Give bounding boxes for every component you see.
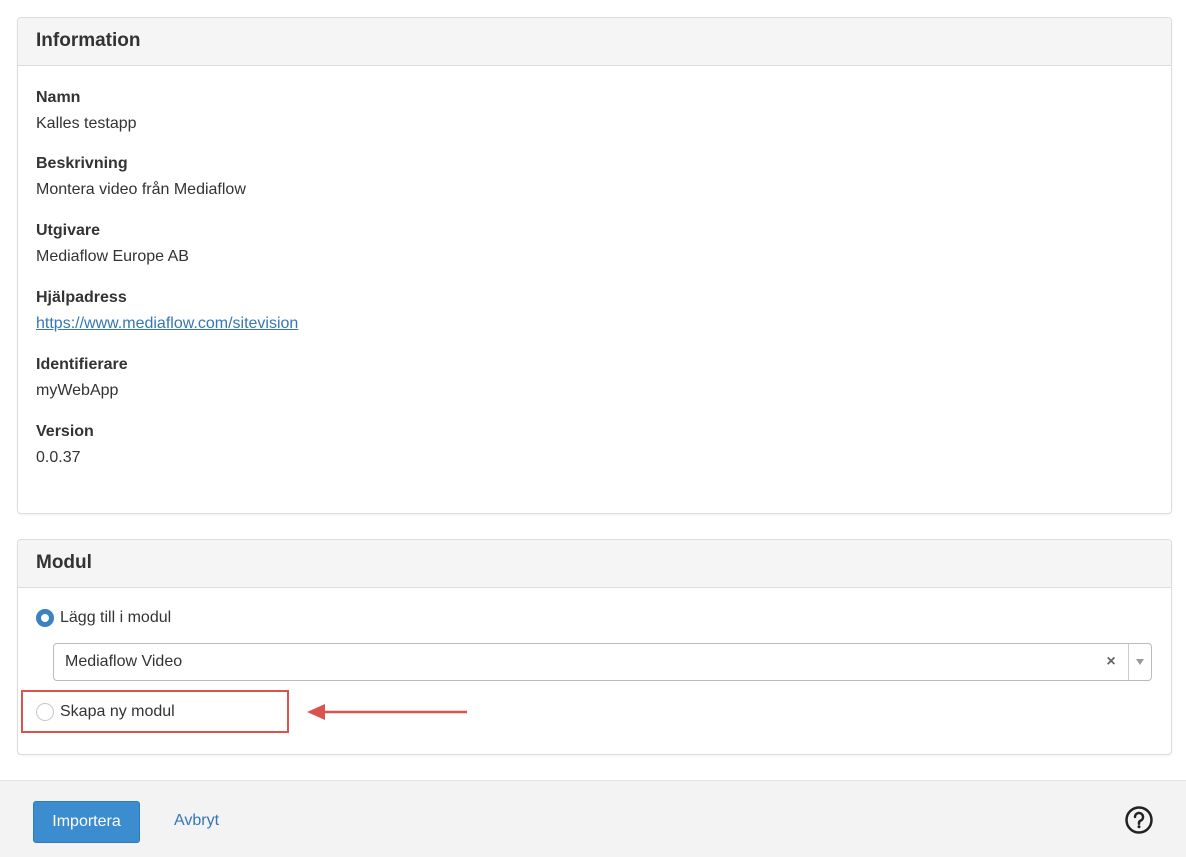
module-select[interactable]: Mediaflow Video × (53, 643, 1152, 681)
module-select-value: Mediaflow Video (65, 653, 183, 670)
field-label: Utgivare (36, 222, 101, 239)
question-circle-icon[interactable] (1124, 805, 1154, 835)
clear-icon[interactable]: × (1100, 653, 1122, 671)
field-value-wrapper: https://www.mediaflow.com/sitevision (36, 314, 298, 334)
field-identifierare: Identifierare myWebApp (36, 355, 128, 401)
field-label: Beskrivning (36, 155, 128, 172)
annotation-arrow-icon (307, 704, 467, 720)
help-address-link[interactable]: https://www.mediaflow.com/sitevision (36, 315, 298, 332)
field-hjalpadress: Hjälpadress https://www.mediaflow.com/si… (36, 288, 298, 334)
field-beskrivning: Beskrivning Montera video från Mediaflow (36, 154, 246, 200)
radio-add-label: Lägg till i modul (60, 609, 172, 626)
radio-checked-icon[interactable] (36, 609, 54, 627)
field-value: Kalles testapp (36, 115, 137, 132)
highlight-box (21, 690, 289, 733)
radio-add-to-module[interactable]: Lägg till i modul (36, 609, 171, 627)
chevron-down-icon[interactable] (1129, 659, 1151, 665)
cancel-link[interactable]: Avbryt (174, 812, 219, 830)
field-value: Montera video från Mediaflow (36, 181, 246, 198)
field-label: Version (36, 423, 94, 440)
field-version: Version 0.0.37 (36, 422, 94, 468)
field-value: myWebApp (36, 382, 119, 399)
modul-heading: Modul (18, 540, 1171, 588)
field-label: Identifierare (36, 356, 128, 373)
field-value: 0.0.37 (36, 449, 81, 466)
import-button[interactable]: Importera (33, 801, 140, 843)
field-utgivare: Utgivare Mediaflow Europe AB (36, 221, 189, 267)
field-label: Namn (36, 89, 81, 106)
information-heading: Information (18, 18, 1171, 66)
field-value: Mediaflow Europe AB (36, 248, 189, 265)
footer-bar: Importera Avbryt (0, 780, 1186, 857)
information-panel: Information Namn Kalles testapp Beskrivn… (17, 17, 1172, 514)
field-label: Hjälpadress (36, 289, 127, 306)
field-namn: Namn Kalles testapp (36, 88, 137, 134)
